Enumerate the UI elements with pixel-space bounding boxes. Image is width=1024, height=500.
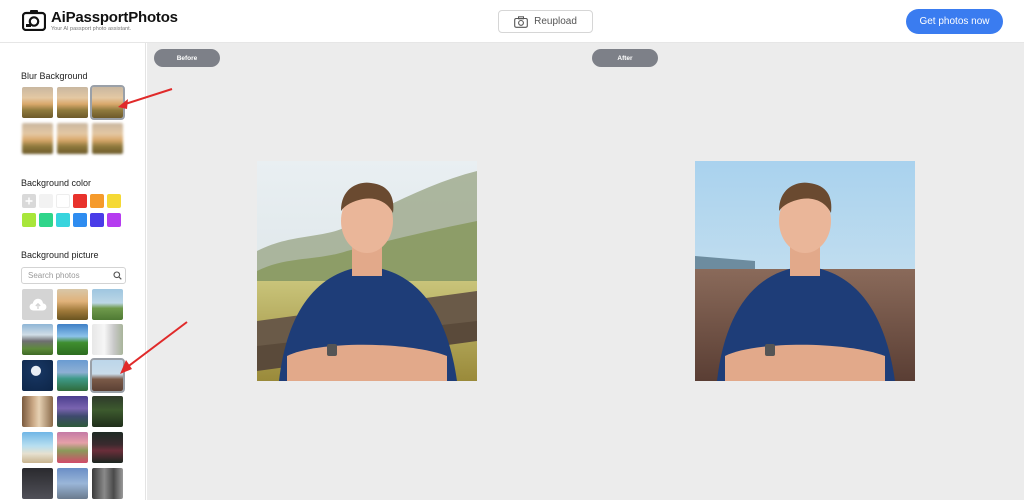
color-swatch-red[interactable] [73, 194, 87, 208]
blur-option-4[interactable] [22, 123, 53, 154]
background-photo-field-sunset[interactable] [57, 289, 88, 320]
color-swatch-blue[interactable] [73, 213, 87, 227]
background-photo-moon[interactable] [22, 360, 53, 391]
background-photo-dark[interactable] [22, 468, 53, 499]
background-photo-tree-meadow[interactable] [92, 289, 123, 320]
get-photos-button[interactable]: Get photos now [906, 9, 1003, 34]
annotation-arrow-2 [120, 321, 188, 374]
color-swatch-purple[interactable] [107, 213, 121, 227]
color-swatch-white[interactable] [56, 194, 70, 208]
blur-option-2[interactable] [57, 87, 88, 118]
blur-option-5[interactable] [57, 123, 88, 154]
plus-icon [25, 197, 33, 205]
add-color-swatch[interactable] [22, 194, 36, 208]
background-photo-beach[interactable] [22, 432, 53, 463]
blur-background-title: Blur Background [21, 71, 88, 81]
search-icon[interactable] [113, 271, 122, 280]
preview-area: Before After [147, 43, 1024, 500]
background-photo-birch[interactable] [92, 468, 123, 499]
after-tab[interactable]: After [592, 49, 658, 67]
color-swatch-yellow[interactable] [107, 194, 121, 208]
before-photo [257, 161, 477, 381]
reupload-label: Reupload [534, 16, 577, 27]
background-color-title: Background color [21, 178, 92, 188]
blur-option-1[interactable] [22, 87, 53, 118]
background-photo-dark-forest[interactable] [92, 396, 123, 427]
background-photo-flowers[interactable] [57, 432, 88, 463]
background-picture-title: Background picture [21, 250, 99, 260]
reupload-button[interactable]: Reupload [498, 10, 593, 33]
before-tab[interactable]: Before [154, 49, 220, 67]
color-swatch-green[interactable] [39, 213, 53, 227]
camera-logo-icon[interactable] [22, 9, 46, 31]
top-bar: AiPassportPhotos Your AI passport photo … [0, 0, 1024, 43]
after-photo [695, 161, 915, 381]
background-photo-car[interactable] [57, 360, 88, 391]
annotation-arrow-1 [118, 88, 173, 109]
color-swatch-indigo[interactable] [90, 213, 104, 227]
background-photo-city[interactable] [57, 468, 88, 499]
upload-background-tile[interactable] [22, 289, 53, 320]
color-swatch-cyan[interactable] [56, 213, 70, 227]
brand-tagline: Your AI passport photo assistant. [51, 26, 132, 32]
background-photo-green-hills[interactable] [57, 324, 88, 355]
search-photos-input[interactable]: Search photos [21, 267, 126, 284]
color-swatch-light-gray[interactable] [39, 194, 53, 208]
brand-name[interactable]: AiPassportPhotos [51, 9, 178, 26]
background-photo-curtain[interactable] [22, 396, 53, 427]
background-photo-dark-roses[interactable] [92, 432, 123, 463]
color-swatch-orange[interactable] [90, 194, 104, 208]
color-swatch-lime[interactable] [22, 213, 36, 227]
background-photo-purple-sky[interactable] [57, 396, 88, 427]
camera-icon [514, 15, 528, 28]
cloud-upload-icon [29, 298, 46, 311]
blur-option-6[interactable] [92, 123, 123, 154]
background-photo-mountains[interactable] [22, 324, 53, 355]
